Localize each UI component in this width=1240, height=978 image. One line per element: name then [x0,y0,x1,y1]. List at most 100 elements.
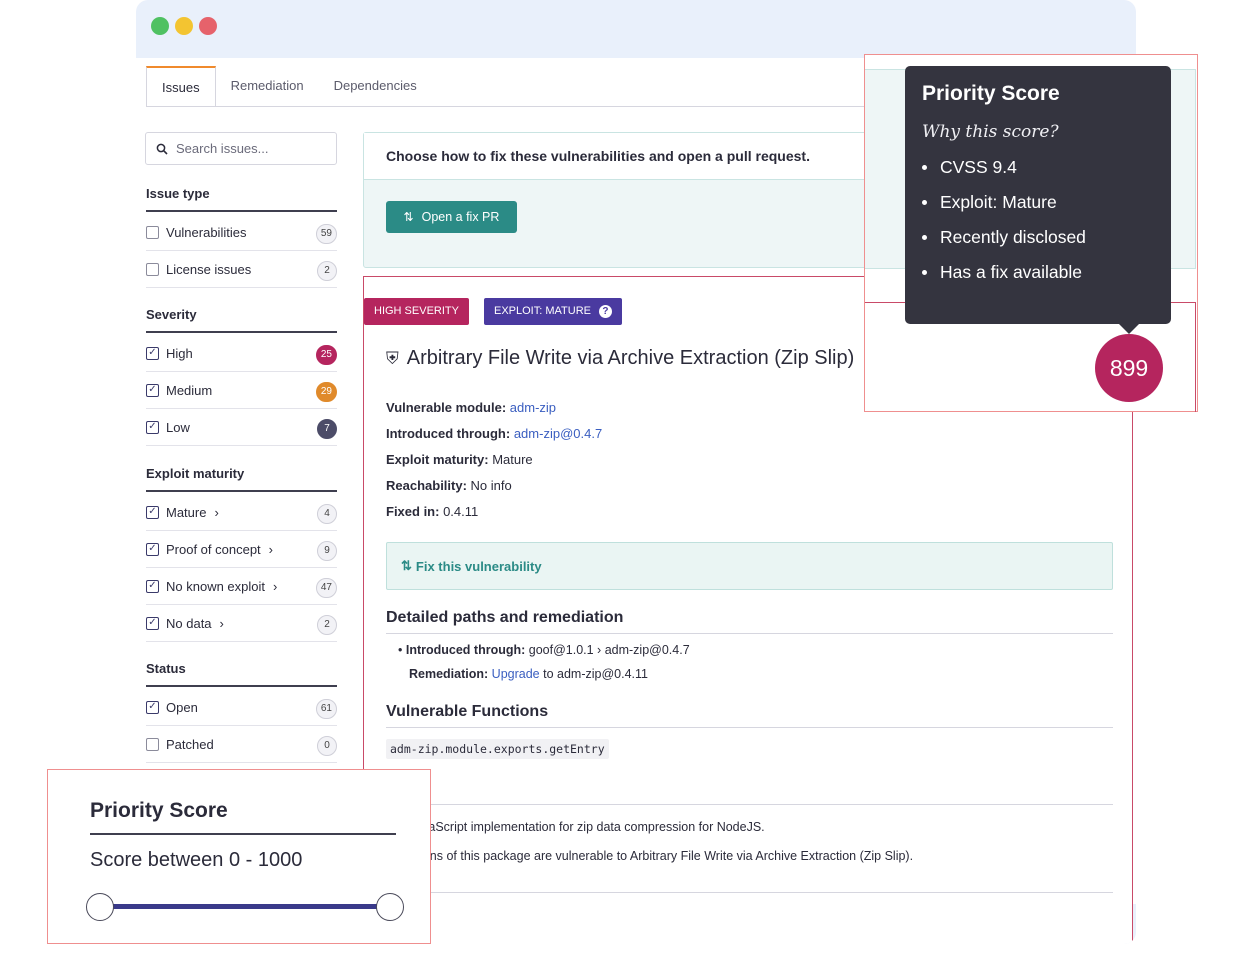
function-code: adm-zip.module.exports.getEntry [386,739,609,759]
chevron-right-icon[interactable]: › [214,505,218,520]
filter-no-data[interactable]: ✓ No data › 2 [146,605,337,642]
slider-min-handle[interactable] [86,893,114,921]
checkbox-patched[interactable] [146,737,159,751]
shield-icon: ⛨ [386,348,399,368]
search-input[interactable] [176,141,326,156]
checkbox-vulnerabilities[interactable] [146,225,159,239]
slider-title: Priority Score [90,799,396,835]
exploit-badge: EXPLOIT: MATURE ? [484,298,622,325]
meta-value: 0.4.11 [443,504,479,519]
meta-introduced: Introduced through: adm-zip@0.4.7 [386,426,602,441]
tab-bar: Issues Remediation Dependencies [146,66,432,107]
slider-label: Score between 0 - 1000 [90,849,303,871]
path-label: Introduced through: [405,643,526,657]
tooltip-reason: Recently disclosed [922,220,1154,255]
tooltip-arrow [1118,323,1140,334]
issue-title-text: Arbitrary File Write via Archive Extract… [406,347,855,369]
checkbox-mature[interactable]: ✓ [146,505,159,519]
filter-severity-title: Severity [146,307,337,333]
chevron-right-icon[interactable]: › [273,579,277,594]
window-zoom-button[interactable] [151,17,169,35]
filter-no-known-exploit[interactable]: ✓ No known exploit › 47 [146,568,337,605]
open-fix-pr-label: Open a fix PR [421,210,500,224]
filter-label: No data [166,615,212,631]
window-close-button[interactable] [199,17,217,35]
count-badge: 4 [317,504,337,524]
module-link[interactable]: adm-zip [510,400,556,415]
checkbox-proof-of-concept[interactable]: ✓ [146,542,159,556]
tab-issues[interactable]: Issues [146,66,216,107]
meta-module: Vulnerable module: adm-zip [386,400,556,415]
meta-fixed-in: Fixed in: 0.4.11 [386,504,478,519]
path-introduced: • Introduced through: goof@1.0.1 › adm-z… [398,643,690,657]
tooltip-reason: CVSS 9.4 [922,150,1154,185]
checkbox-medium[interactable]: ✓ [146,383,159,397]
filter-license-issues[interactable]: License issues 2 [146,251,337,288]
checkbox-open[interactable]: ✓ [146,700,159,714]
filter-proof-of-concept[interactable]: ✓ Proof of concept › 9 [146,531,337,568]
overview-heading: view [386,780,1113,805]
slider-track[interactable] [100,904,390,909]
filter-label: Medium [166,382,213,398]
filter-vulnerabilities[interactable]: Vulnerabilities 59 [146,214,337,251]
count-badge: 7 [317,419,337,439]
filter-mature[interactable]: ✓ Mature › 4 [146,494,337,531]
filter-patched[interactable]: Patched 0 [146,726,337,763]
count-badge: 9 [317,541,337,561]
bullet: • [398,643,406,657]
count-badge: 2 [317,615,337,635]
functions-heading: Vulnerable Functions [386,703,1113,728]
count-badge: 0 [317,736,337,756]
count-badge: 61 [315,699,337,719]
introduced-link[interactable]: adm-zip@0.4.7 [514,426,602,441]
fix-vulnerability-button[interactable]: ⇅ Fix this vulnerability [386,542,1113,590]
meta-exploit: Exploit maturity: Mature [386,452,533,467]
checkbox-low[interactable]: ✓ [146,420,159,434]
filter-label: Vulnerabilities [166,224,247,240]
slider-max-handle[interactable] [376,893,404,921]
count-badge: 2 [317,261,337,281]
tooltip-reasons: CVSS 9.4 Exploit: Mature Recently disclo… [922,150,1154,290]
remediation-label: Remediation: [409,667,489,681]
count-badge: 25 [315,345,337,365]
chevron-right-icon[interactable]: › [269,542,273,557]
search-box[interactable] [145,132,337,165]
overview-paragraph-2: d versions of this package are vulnerabl… [386,849,914,863]
filter-label: Open [166,699,198,715]
upgrade-link[interactable]: Upgrade [492,667,540,681]
priority-score-badge[interactable]: 899 [1095,334,1163,402]
filter-label: Low [166,419,190,435]
checkbox-high[interactable]: ✓ [146,346,159,360]
tab-dependencies[interactable]: Dependencies [319,66,432,106]
remediation-text: to adm-zip@0.4.11 [543,667,648,681]
meta-label: Exploit maturity: [386,452,489,467]
path-remediation: Remediation: Upgrade to adm-zip@0.4.11 [409,667,648,681]
issue-title: ⛨ Arbitrary File Write via Archive Extra… [386,347,854,370]
checkbox-no-data[interactable]: ✓ [146,616,159,630]
meta-reachability: Reachability: No info [386,478,512,493]
count-badge: 59 [315,224,337,244]
window-minimize-button[interactable] [175,17,193,35]
filter-open[interactable]: ✓ Open 61 [146,689,337,726]
filter-status-title: Status [146,661,337,687]
open-fix-pr-button[interactable]: ⇅ Open a fix PR [386,201,517,233]
help-icon[interactable]: ? [598,305,612,318]
filter-label: No known exploit [166,578,265,594]
checkbox-license-issues[interactable] [146,262,159,276]
filter-label: Patched [166,736,214,752]
checkbox-no-known-exploit[interactable]: ✓ [146,579,159,593]
count-badge: 29 [315,382,337,402]
title-bar [136,0,1136,58]
fix-vulnerability-label: Fix this vulnerability [415,558,542,574]
filter-high[interactable]: ✓ High 25 [146,335,337,372]
filter-exploit-title: Exploit maturity [146,466,337,492]
search-icon [156,143,168,155]
filter-issue-type-title: Issue type [146,186,337,212]
overview-paragraph-1: is a JavaScript implementation for zip d… [386,820,765,834]
tooltip-reason: Has a fix available [922,255,1154,290]
chevron-right-icon[interactable]: › [220,616,224,631]
tab-remediation[interactable]: Remediation [216,66,319,106]
filter-medium[interactable]: ✓ Medium 29 [146,372,337,409]
meta-value: No info [470,478,512,493]
filter-low[interactable]: ✓ Low 7 [146,409,337,446]
